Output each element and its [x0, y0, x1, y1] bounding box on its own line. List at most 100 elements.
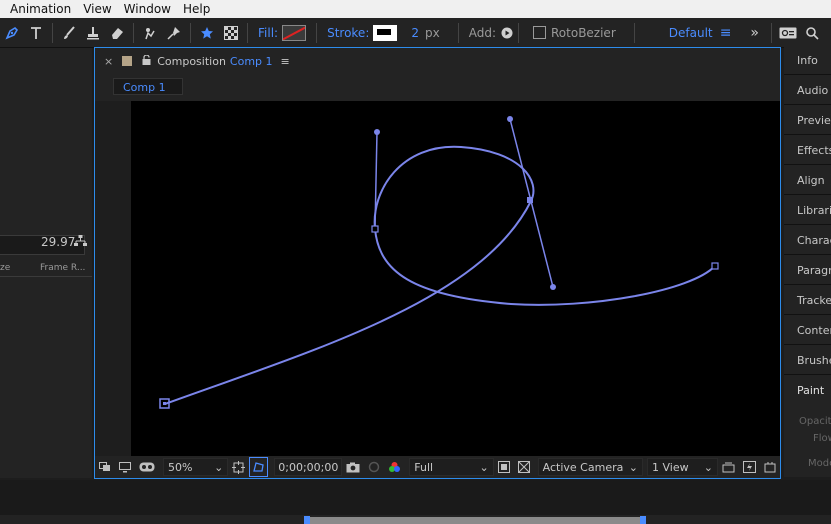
always-preview-icon[interactable] — [95, 458, 115, 476]
path-vertex-inner — [163, 402, 166, 405]
close-icon[interactable]: × — [104, 55, 113, 68]
panel-menu-icon[interactable]: ≡ — [281, 55, 290, 68]
mask-path-layer[interactable] — [131, 101, 780, 456]
stroke-width-value[interactable]: 2 — [411, 26, 419, 40]
rotobezier-label[interactable]: RotoBezier — [551, 26, 616, 40]
composition-color-label[interactable] — [122, 56, 133, 66]
composition-viewer[interactable] — [95, 101, 780, 456]
work-area-start-handle[interactable] — [304, 516, 310, 524]
fast-previews-icon[interactable] — [739, 458, 760, 476]
roto-brush-tool-icon[interactable] — [138, 22, 162, 44]
lock-icon[interactable] — [142, 53, 151, 68]
panel-info[interactable]: Info — [797, 54, 818, 67]
panel-tracker[interactable]: Tracker — [797, 294, 831, 307]
tools-panel: Fill: Stroke: 2 px Add: RotoBezier Defau… — [0, 18, 831, 48]
view-layout-dropdown[interactable]: 1 View ⌄ — [646, 458, 718, 476]
workspace-selector[interactable]: Default — [669, 26, 713, 40]
panel-content[interactable]: Content — [797, 324, 831, 337]
composition-panel: × Composition Comp 1 ≡ Comp 1 50% ⌄ 0;00… — [94, 47, 781, 479]
column-size-header[interactable]: ze — [0, 263, 10, 277]
composition-panel-header: × Composition Comp 1 ≡ — [95, 48, 780, 74]
region-of-interest-icon[interactable] — [494, 458, 514, 476]
work-area-end-handle[interactable] — [640, 516, 646, 524]
composition-canvas[interactable] — [131, 101, 780, 456]
composition-title-name[interactable]: Comp 1 — [230, 55, 273, 68]
mask-visibility-icon[interactable] — [135, 458, 159, 476]
stroke-swatch[interactable] — [373, 24, 398, 41]
timecode-display[interactable]: 0;00;00;00 — [274, 458, 343, 476]
menu-animation[interactable]: Animation — [0, 2, 77, 16]
panel-divider — [784, 344, 831, 345]
chevron-down-icon: ⌄ — [214, 460, 224, 474]
double-chevron-right-icon[interactable]: » — [743, 22, 767, 44]
panel-align[interactable]: Align — [797, 174, 825, 187]
menu-window[interactable]: Window — [118, 2, 177, 16]
bezier-handle-point[interactable] — [507, 116, 513, 122]
toolbar-divider — [457, 22, 459, 43]
menu-view[interactable]: View — [77, 2, 117, 16]
panel-paragraph[interactable]: Paragraph — [797, 264, 831, 277]
add-play-icon[interactable] — [500, 22, 514, 44]
show-snapshot-icon[interactable] — [364, 458, 384, 476]
panel-divider — [784, 194, 831, 195]
monitor-icon[interactable] — [115, 458, 135, 476]
fill-label[interactable]: Fill: — [258, 26, 278, 40]
rotobezier-checkbox[interactable] — [533, 26, 546, 39]
stroke-label[interactable]: Stroke: — [327, 26, 369, 40]
bezier-path[interactable] — [164, 145, 716, 405]
path-vertex[interactable] — [711, 262, 719, 270]
search-icon[interactable] — [800, 22, 824, 44]
panels-stack: Info Audio Preview Effects Align Librari… — [784, 47, 831, 477]
toolbar-divider — [190, 22, 191, 43]
panel-effects[interactable]: Effects — [797, 144, 831, 157]
panel-preview[interactable]: Preview — [797, 114, 831, 127]
transparency-grid-icon[interactable] — [219, 22, 243, 44]
resolution-dropdown[interactable]: Full ⌄ — [409, 458, 494, 476]
flowchart-icon[interactable] — [74, 235, 87, 250]
stroke-width-unit: px — [425, 25, 440, 40]
add-label: Add: — [468, 25, 496, 40]
clone-stamp-tool-icon[interactable] — [81, 22, 105, 44]
bezier-handle-point[interactable] — [550, 284, 556, 290]
menu-help[interactable]: Help — [177, 2, 216, 16]
resolution-grid-icon[interactable] — [228, 458, 249, 476]
toolbar-divider — [770, 22, 772, 43]
pen-tool-icon[interactable] — [0, 22, 24, 44]
channel-rgb-icon[interactable] — [384, 458, 405, 476]
column-frame-rate-header[interactable]: Frame R... — [40, 263, 85, 277]
transparency-grid-toggle-icon[interactable] — [514, 458, 534, 476]
panel-divider — [784, 134, 831, 135]
column-divider — [0, 276, 92, 277]
path-vertex[interactable] — [371, 225, 379, 233]
tab-comp-1[interactable]: Comp 1 — [113, 78, 183, 95]
panel-divider — [784, 224, 831, 225]
bezier-handle-point[interactable] — [374, 129, 380, 135]
magnification-value: 50% — [168, 460, 193, 474]
workspace-menu-icon[interactable]: ≡ — [717, 22, 735, 44]
toolbar-divider — [316, 22, 318, 43]
panel-libraries[interactable]: Libraries — [797, 204, 831, 217]
brush-tool-icon[interactable] — [57, 22, 81, 44]
path-vertex-selected[interactable] — [527, 197, 533, 203]
panel-brushes[interactable]: Brushes — [797, 354, 831, 367]
panel-paint[interactable]: Paint — [797, 384, 824, 397]
work-area-bar[interactable] — [307, 517, 643, 524]
camera-view-dropdown[interactable]: Active Camera ⌄ — [537, 458, 643, 476]
star-toggle-icon[interactable] — [195, 22, 219, 44]
type-tool-icon[interactable] — [24, 22, 48, 44]
panel-divider — [784, 104, 831, 105]
panel-character[interactable]: Character — [797, 234, 831, 247]
viewer-pasteboard — [95, 101, 131, 456]
mask-path-toggle-icon[interactable] — [249, 457, 269, 477]
chevron-down-icon: ⌄ — [479, 460, 489, 474]
timeline-flowchart-icon[interactable] — [760, 458, 780, 476]
search-help-icon[interactable] — [776, 22, 800, 44]
snapshot-camera-icon[interactable] — [342, 458, 364, 476]
puppet-pin-tool-icon[interactable] — [162, 22, 186, 44]
panel-divider — [784, 74, 831, 75]
panel-audio[interactable]: Audio — [797, 84, 828, 97]
fill-swatch[interactable] — [282, 24, 307, 41]
magnification-dropdown[interactable]: 50% ⌄ — [163, 458, 229, 476]
eraser-tool-icon[interactable] — [105, 22, 129, 44]
share-view-icon[interactable] — [718, 458, 739, 476]
